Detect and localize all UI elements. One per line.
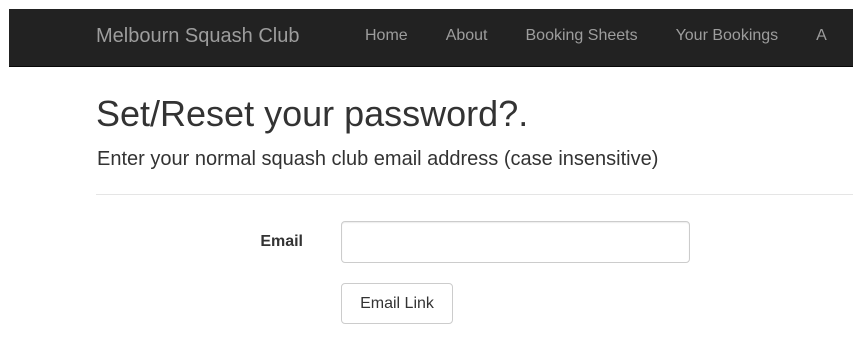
nav-item-your-bookings[interactable]: Your Bookings (676, 9, 779, 65)
nav-menu: Home About Booking Sheets Your Bookings … (365, 9, 853, 65)
page-subtitle: Enter your normal squash club email addr… (97, 148, 659, 170)
nav-item-truncated[interactable]: A (816, 9, 827, 65)
email-label: Email (260, 233, 303, 250)
nav-item-booking-sheets[interactable]: Booking Sheets (526, 9, 638, 65)
page-title: Set/Reset your password?. (96, 93, 529, 134)
brand-link[interactable]: Melbourn Squash Club (96, 9, 299, 65)
email-field[interactable] (341, 221, 690, 263)
nav-item-home[interactable]: Home (365, 9, 408, 65)
divider (96, 194, 853, 195)
email-link-button[interactable]: Email Link (341, 283, 453, 324)
top-navbar: Melbourn Squash Club Home About Booking … (9, 9, 853, 67)
nav-item-about[interactable]: About (446, 9, 488, 65)
